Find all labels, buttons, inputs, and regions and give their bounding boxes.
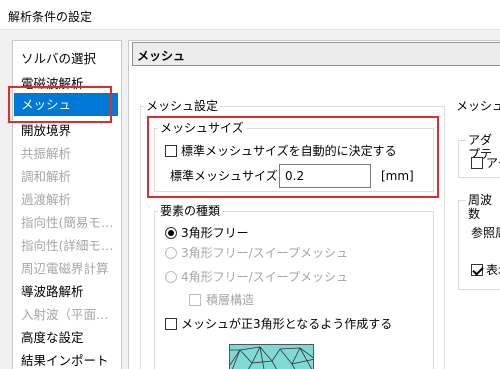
- unit-label: [mm]: [381, 169, 414, 183]
- panel-header: メッシュ: [132, 42, 500, 66]
- adaptive-checkbox[interactable]: [471, 157, 483, 169]
- reference-label: 参照周: [471, 226, 500, 240]
- nav-item-directivity-simple: 指向性(簡易モ…: [21, 215, 114, 230]
- frequency-label: 周波数: [466, 193, 500, 221]
- nav-item-harmonic: 調和解析: [21, 169, 72, 184]
- nav-item-near-field: 周辺電磁界計算: [21, 261, 109, 276]
- auto-mesh-size-checkbox[interactable]: [165, 145, 177, 157]
- standard-mesh-size-input[interactable]: [279, 164, 371, 188]
- nav-item-open-boundary[interactable]: 開放境界: [13, 119, 121, 142]
- element-quad-sweep-radio: [165, 271, 177, 283]
- element-quad-sweep-label: 4角形フリー/スイープメッシュ: [181, 270, 348, 284]
- element-tri-free-radio[interactable]: [165, 227, 177, 239]
- settings-nav-list[interactable]: ソルバの選択 電磁波解析 メッシュ 開放境界 共振解析 調和解析 過渡解析 指向…: [12, 40, 122, 369]
- nav-item-incident-wave: 入射波（平面…: [21, 307, 109, 322]
- mesh-preview-graphic: [230, 346, 313, 369]
- nav-item-transient: 過渡解析: [21, 192, 72, 207]
- nav-item-directivity-detail: 指向性(詳細モ…: [21, 238, 114, 253]
- nav-item-advanced[interactable]: 高度な設定: [13, 326, 121, 349]
- layered-structure-checkbox: [189, 294, 201, 306]
- mesh-settings-label: メッシュ設定: [144, 99, 221, 113]
- mesh-side-label: メッシュ: [456, 99, 500, 113]
- layered-structure-label: 積層構造: [206, 293, 255, 307]
- nav-item-solver-select[interactable]: ソルバの選択: [13, 47, 121, 70]
- auto-mesh-size-label: 標準メッシュサイズを自動的に決定する: [181, 144, 397, 158]
- display-checkbox[interactable]: [471, 264, 483, 276]
- window-title: 解析条件の設定: [8, 10, 93, 24]
- nav-item-resonance: 共振解析: [21, 146, 72, 161]
- regular-triangle-label: メッシュが正3角形となるよう作成する: [181, 317, 393, 331]
- nav-item-waveguide[interactable]: 導波路解析: [13, 280, 121, 303]
- standard-mesh-size-label: 標準メッシュサイズ: [170, 169, 278, 183]
- element-tri-sweep-label: 3角形フリー/スイープメッシュ: [181, 246, 348, 260]
- display-label: 表示: [486, 263, 500, 277]
- element-tri-sweep-radio: [165, 247, 177, 259]
- title-bar: 解析条件の設定: [0, 0, 500, 30]
- mesh-preview-image: [229, 344, 314, 369]
- panel-title: メッシュ: [137, 49, 186, 63]
- nav-item-mesh[interactable]: メッシュ: [14, 93, 118, 116]
- mesh-size-label: メッシュサイズ: [158, 121, 246, 135]
- nav-item-em-analysis[interactable]: 電磁波解析: [13, 72, 121, 95]
- regular-triangle-checkbox[interactable]: [165, 318, 177, 330]
- element-tri-free-label: 3角形フリー: [181, 226, 249, 240]
- adaptive-check-label: アダ: [486, 156, 500, 170]
- element-type-label: 要素の種類: [158, 204, 223, 218]
- nav-item-result-import[interactable]: 結果インポート: [13, 349, 121, 369]
